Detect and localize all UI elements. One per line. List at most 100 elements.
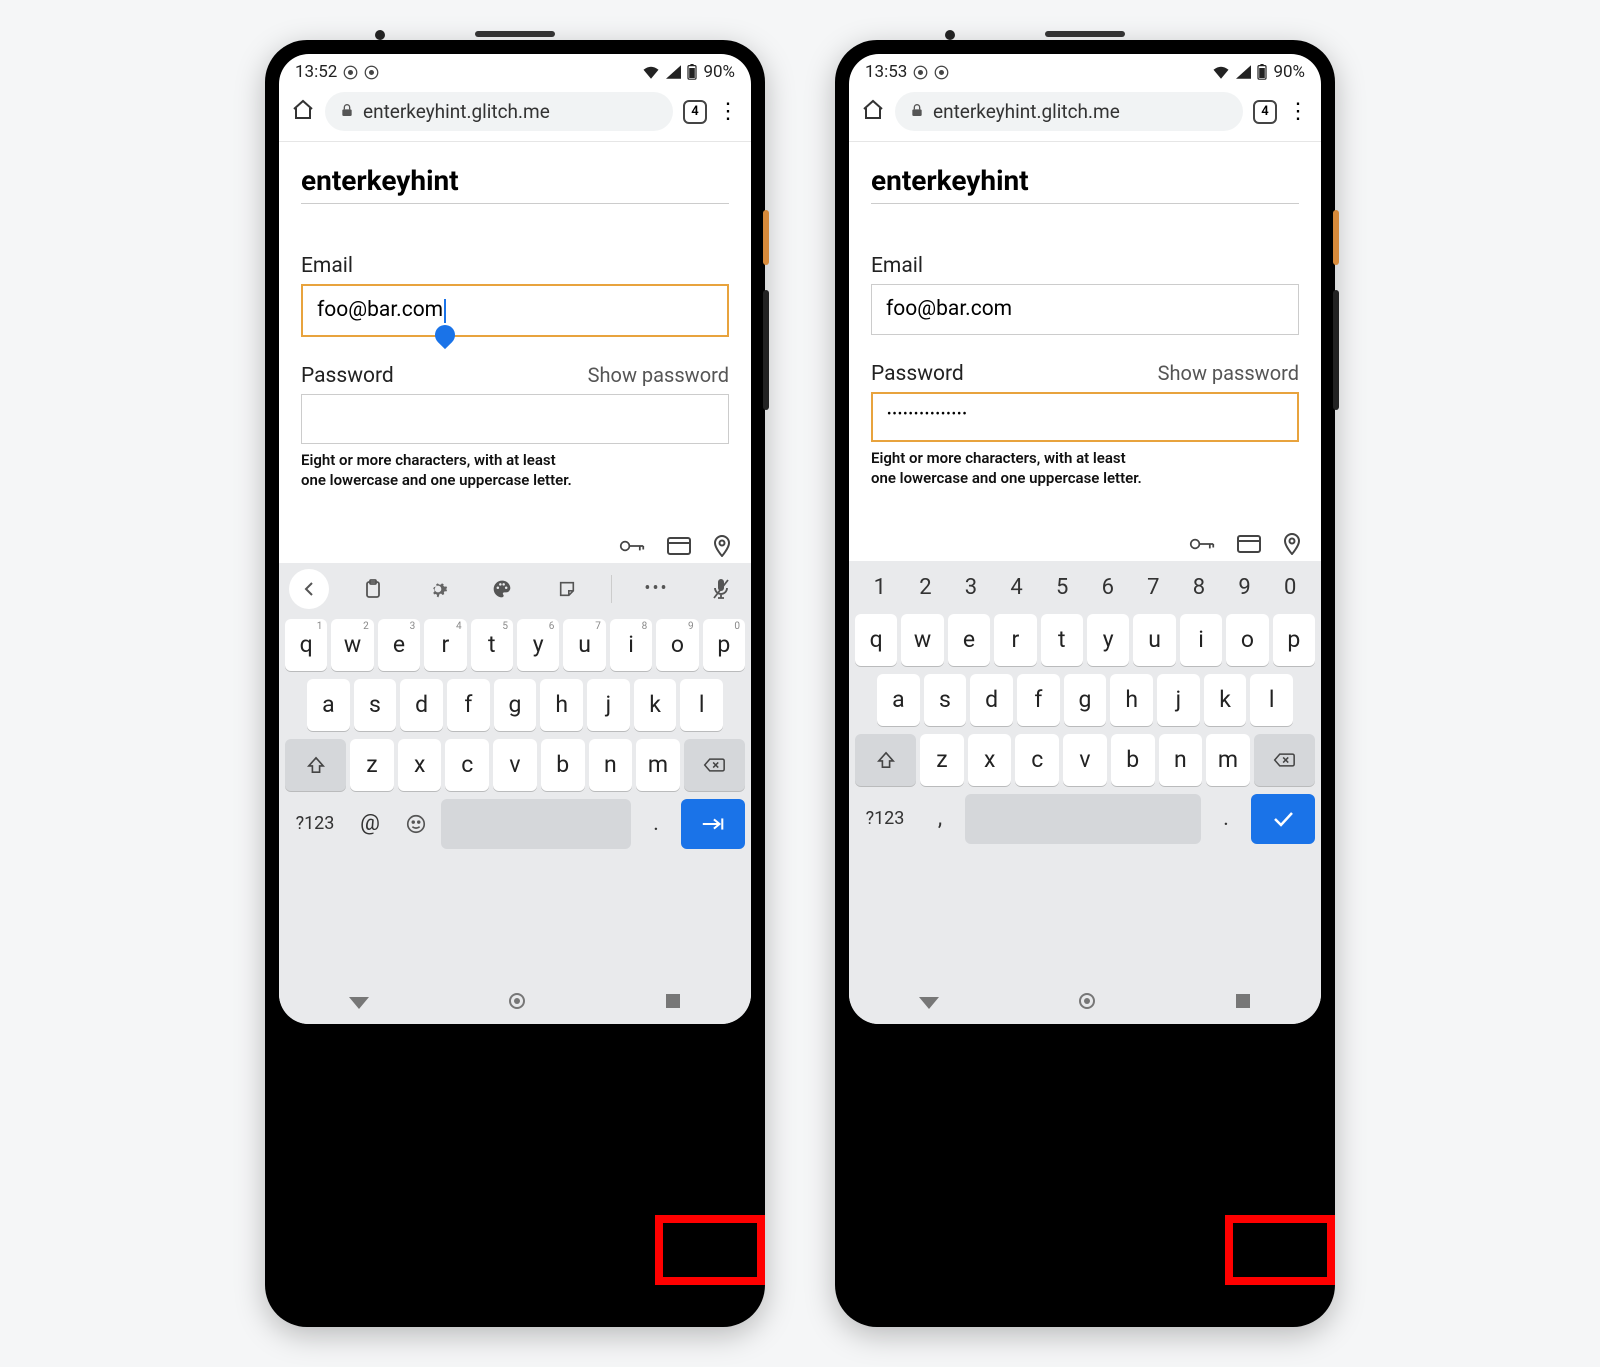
key-m[interactable]: m xyxy=(1206,734,1250,786)
key-x[interactable]: x xyxy=(968,734,1012,786)
key-a[interactable]: a xyxy=(307,679,350,731)
key-a[interactable]: a xyxy=(877,674,920,726)
key-h[interactable]: h xyxy=(540,679,583,731)
home-icon[interactable] xyxy=(291,98,315,126)
key-u[interactable]: u7 xyxy=(563,619,605,671)
numkey-7[interactable]: 7 xyxy=(1131,563,1177,610)
symbols-key[interactable]: ?123 xyxy=(855,794,915,844)
key-b[interactable]: b xyxy=(541,739,585,791)
symbols-key[interactable]: ?123 xyxy=(285,799,345,849)
key-q[interactable]: q1 xyxy=(285,619,327,671)
menu-icon[interactable]: ⋮ xyxy=(717,101,739,123)
email-input[interactable]: foo@bar.com xyxy=(871,284,1299,335)
key-w[interactable]: w xyxy=(901,614,943,666)
comma-key[interactable]: , xyxy=(919,794,961,844)
key-j[interactable]: j xyxy=(587,679,630,731)
volume-button[interactable] xyxy=(1333,290,1339,410)
show-password-toggle[interactable]: Show password xyxy=(588,363,729,387)
nav-home-icon[interactable] xyxy=(508,992,526,1014)
backspace-key[interactable] xyxy=(1254,734,1315,786)
more-icon[interactable]: ••• xyxy=(637,569,677,609)
key-r[interactable]: r4 xyxy=(424,619,466,671)
numkey-6[interactable]: 6 xyxy=(1085,563,1131,610)
key-l[interactable]: l xyxy=(680,679,723,731)
key-n[interactable]: n xyxy=(589,739,633,791)
key-w[interactable]: w2 xyxy=(331,619,373,671)
nav-recent-icon[interactable] xyxy=(1235,993,1251,1013)
gear-icon[interactable] xyxy=(418,569,458,609)
key-z[interactable]: z xyxy=(350,739,394,791)
key-e[interactable]: e xyxy=(948,614,990,666)
key-q[interactable]: q xyxy=(855,614,897,666)
period-key[interactable]: . xyxy=(1205,794,1247,844)
menu-icon[interactable]: ⋮ xyxy=(1287,101,1309,123)
key-v[interactable]: v xyxy=(493,739,537,791)
key-m[interactable]: m xyxy=(636,739,680,791)
card-icon[interactable] xyxy=(667,537,691,555)
spacebar-key[interactable] xyxy=(965,794,1201,844)
key-o[interactable]: o9 xyxy=(656,619,698,671)
key-x[interactable]: x xyxy=(398,739,442,791)
nav-recent-icon[interactable] xyxy=(665,993,681,1013)
key-i[interactable]: i8 xyxy=(610,619,652,671)
numkey-8[interactable]: 8 xyxy=(1176,563,1222,610)
key-y[interactable]: y xyxy=(1087,614,1129,666)
card-icon[interactable] xyxy=(1237,535,1261,553)
key-k[interactable]: k xyxy=(634,679,677,731)
key-s[interactable]: s xyxy=(924,674,967,726)
numkey-2[interactable]: 2 xyxy=(903,563,949,610)
key-p[interactable]: p0 xyxy=(703,619,745,671)
enter-key-next[interactable] xyxy=(681,799,745,849)
password-input[interactable]: ••••••••••••••• xyxy=(871,392,1299,442)
location-icon[interactable] xyxy=(1283,533,1301,555)
key-h[interactable]: h xyxy=(1110,674,1153,726)
shift-key[interactable] xyxy=(855,734,916,786)
key-u[interactable]: u xyxy=(1133,614,1175,666)
palette-icon[interactable] xyxy=(482,569,522,609)
key-f[interactable]: f xyxy=(1017,674,1060,726)
key-c[interactable]: c xyxy=(1015,734,1059,786)
key-l[interactable]: l xyxy=(1250,674,1293,726)
nav-home-icon[interactable] xyxy=(1078,992,1096,1014)
at-key[interactable]: @ xyxy=(349,799,391,849)
key-d[interactable]: d xyxy=(400,679,443,731)
volume-button[interactable] xyxy=(763,290,769,410)
shift-key[interactable] xyxy=(285,739,346,791)
enter-key-done[interactable] xyxy=(1251,794,1315,844)
home-icon[interactable] xyxy=(861,98,885,126)
key-g[interactable]: g xyxy=(494,679,537,731)
key-d[interactable]: d xyxy=(970,674,1013,726)
location-icon[interactable] xyxy=(713,535,731,557)
key-j[interactable]: j xyxy=(1157,674,1200,726)
url-bar[interactable]: enterkeyhint.glitch.me xyxy=(325,92,673,131)
key-c[interactable]: c xyxy=(445,739,489,791)
emoji-key[interactable] xyxy=(395,799,437,849)
period-key[interactable]: . xyxy=(635,799,677,849)
numkey-5[interactable]: 5 xyxy=(1039,563,1085,610)
power-button[interactable] xyxy=(763,210,769,265)
key-p[interactable]: p xyxy=(1273,614,1315,666)
key-b[interactable]: b xyxy=(1111,734,1155,786)
key-r[interactable]: r xyxy=(994,614,1036,666)
key-n[interactable]: n xyxy=(1159,734,1203,786)
key-t[interactable]: t xyxy=(1041,614,1083,666)
numkey-0[interactable]: 0 xyxy=(1267,563,1313,610)
key-y[interactable]: y6 xyxy=(517,619,559,671)
nav-back-icon[interactable] xyxy=(349,994,369,1013)
numkey-4[interactable]: 4 xyxy=(994,563,1040,610)
key-e[interactable]: e3 xyxy=(378,619,420,671)
backspace-key[interactable] xyxy=(684,739,745,791)
key-icon[interactable] xyxy=(619,537,645,555)
nav-back-icon[interactable] xyxy=(919,994,939,1013)
key-z[interactable]: z xyxy=(920,734,964,786)
numkey-3[interactable]: 3 xyxy=(948,563,994,610)
key-s[interactable]: s xyxy=(354,679,397,731)
cursor-handle-icon[interactable] xyxy=(431,320,459,348)
email-input[interactable]: foo@bar.com xyxy=(301,284,729,337)
clipboard-icon[interactable] xyxy=(353,569,393,609)
password-input[interactable] xyxy=(301,394,729,444)
mic-icon[interactable] xyxy=(701,569,741,609)
power-button[interactable] xyxy=(1333,210,1339,265)
tab-switcher[interactable]: 4 xyxy=(1253,100,1277,124)
url-bar[interactable]: enterkeyhint.glitch.me xyxy=(895,92,1243,131)
